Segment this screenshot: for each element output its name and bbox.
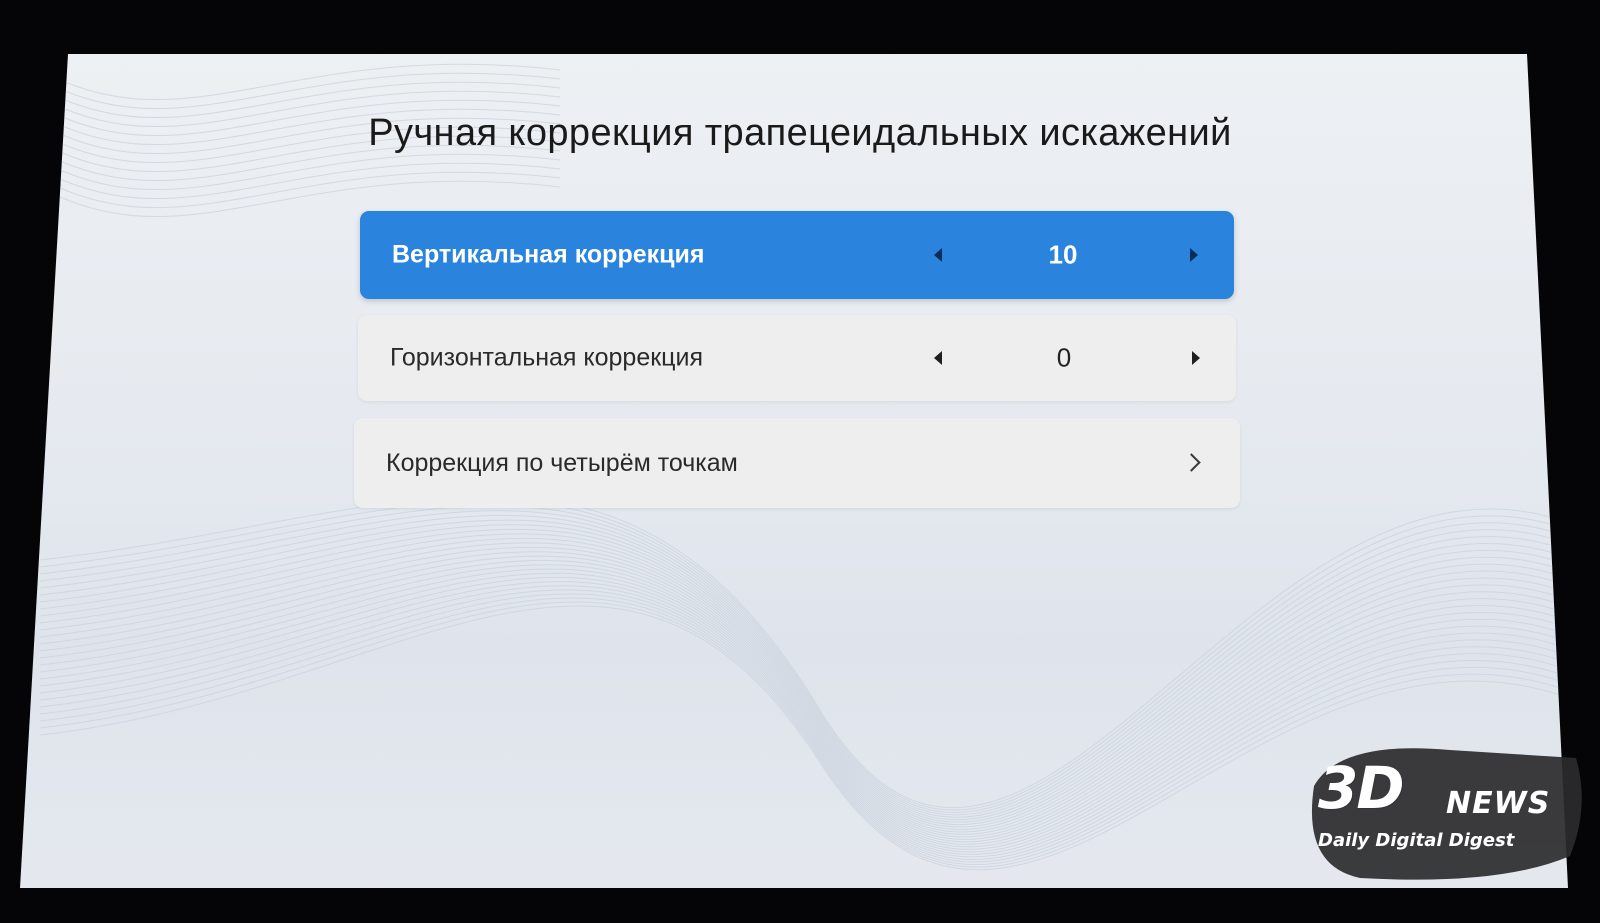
chevron-right-icon xyxy=(1182,453,1201,472)
watermark-tagline: Daily Digital Digest xyxy=(1318,830,1515,851)
increase-arrow-icon[interactable] xyxy=(1190,248,1198,262)
page-title: Ручная коррекция трапецеидальных искажен… xyxy=(368,112,1232,154)
projector-frame: Ручная коррекция трапецеидальных искажен… xyxy=(0,0,1600,923)
four-point-correction-label: Коррекция по четырём точкам xyxy=(386,449,738,477)
watermark-brand: 3D xyxy=(1318,754,1405,822)
vertical-correction-row[interactable]: Вертикальная коррекция 10 xyxy=(360,211,1234,299)
increase-arrow-icon[interactable] xyxy=(1192,351,1200,365)
horizontal-correction-label: Горизонтальная коррекция xyxy=(390,343,704,372)
four-point-correction-row[interactable]: Коррекция по четырём точкам xyxy=(354,418,1240,508)
watermark-news: NEWS xyxy=(1446,786,1551,821)
horizontal-correction-value: 0 xyxy=(1056,342,1072,373)
decrease-arrow-icon[interactable] xyxy=(934,351,942,365)
vertical-correction-label: Вертикальная коррекция xyxy=(392,240,705,269)
watermark-logo: 3D NEWS Daily Digital Digest xyxy=(1300,746,1586,886)
horizontal-correction-row[interactable]: Горизонтальная коррекция 0 xyxy=(358,315,1236,401)
vertical-correction-value: 10 xyxy=(1048,239,1078,270)
decrease-arrow-icon[interactable] xyxy=(934,248,942,262)
